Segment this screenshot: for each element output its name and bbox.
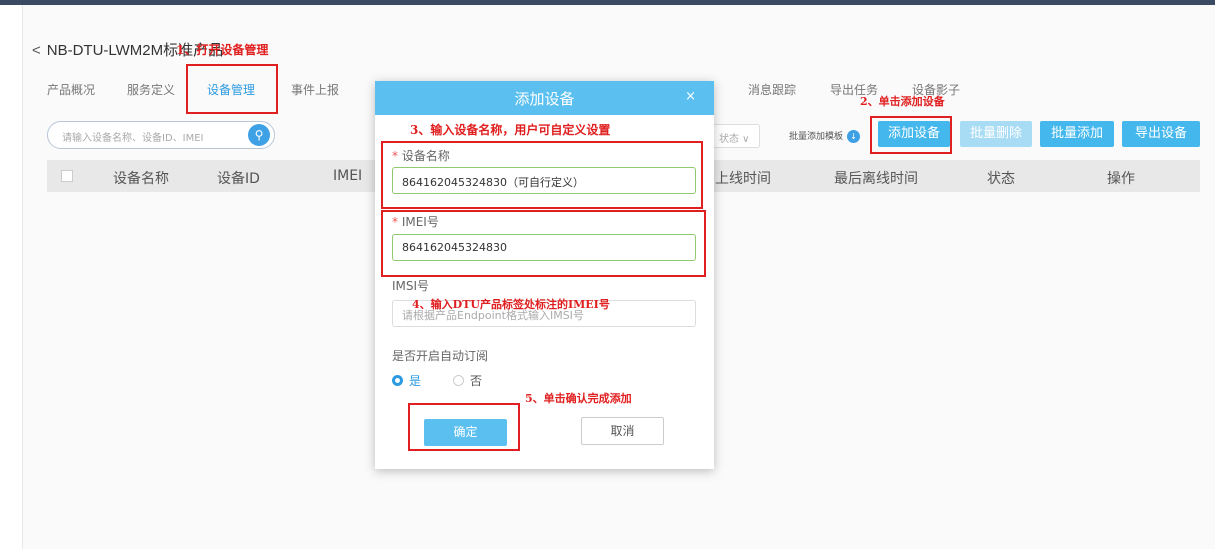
radio-yes-label: 是 [409, 374, 422, 388]
search-input[interactable]: 请输入设备名称、设备ID、IMEI ⚲ [47, 121, 275, 149]
back-icon[interactable]: < [32, 42, 41, 59]
annotation-step2: 2、单击添加设备 [860, 95, 945, 108]
col-device-name: 设备名称 [113, 171, 169, 187]
annotation-step4: 4、输入DTU产品标签处标注的IMEI号 [412, 298, 610, 311]
bulk-template-label: 批量添加模板 [789, 132, 844, 142]
export-device-button[interactable]: 导出设备 [1122, 121, 1200, 147]
imsi-label: IMSI号 [392, 279, 430, 293]
dialog-title: 添加设备 [514, 90, 575, 108]
col-actions: 操作 [1107, 171, 1135, 187]
bulk-delete-button[interactable]: 批量删除 [960, 121, 1032, 147]
col-device-id: 设备ID [217, 171, 260, 187]
tab-event-report[interactable]: 事件上报 [291, 81, 339, 98]
cancel-button[interactable]: 取消 [581, 417, 664, 445]
highlight-imei [381, 210, 706, 277]
radio-unchecked-icon [453, 375, 464, 386]
radio-checked-icon [392, 375, 403, 386]
radio-no-label: 否 [470, 374, 483, 388]
highlight-device-name [381, 141, 703, 209]
search-icon[interactable]: ⚲ [248, 124, 270, 146]
annotation-step1: 1、打开设备管理 [176, 43, 269, 57]
bulk-template-link[interactable]: 批量添加模板 ↓ [789, 129, 861, 143]
col-last-offline-time: 最后离线时间 [834, 171, 918, 187]
auto-subscribe-label: 是否开启自动订阅 [392, 349, 489, 363]
status-select[interactable]: 状态 ∨ [712, 124, 760, 148]
tab-service-definition[interactable]: 服务定义 [127, 81, 175, 98]
dialog-header: 添加设备 × [375, 81, 714, 115]
radio-no[interactable]: 否 [453, 372, 482, 389]
highlight-add-device [870, 116, 952, 154]
col-status: 状态 [987, 171, 1015, 187]
highlight-device-management [186, 64, 278, 114]
annotation-step5: 5、单击确认完成添加 [525, 392, 632, 405]
search-placeholder: 请输入设备名称、设备ID、IMEI [62, 133, 204, 144]
radio-yes[interactable]: 是 [392, 372, 421, 389]
download-icon[interactable]: ↓ [847, 130, 861, 143]
tab-message-trace[interactable]: 消息跟踪 [748, 81, 796, 98]
col-online-time: 上线时间 [715, 171, 771, 187]
bulk-add-button[interactable]: 批量添加 [1040, 121, 1114, 147]
highlight-confirm [408, 403, 520, 451]
annotation-step3: 3、输入设备名称，用户可自定义设置 [410, 123, 611, 137]
tab-product-overview[interactable]: 产品概况 [47, 81, 95, 98]
close-icon[interactable]: × [685, 89, 696, 104]
select-all-checkbox[interactable] [61, 170, 73, 182]
col-imei: IMEI [333, 168, 363, 184]
